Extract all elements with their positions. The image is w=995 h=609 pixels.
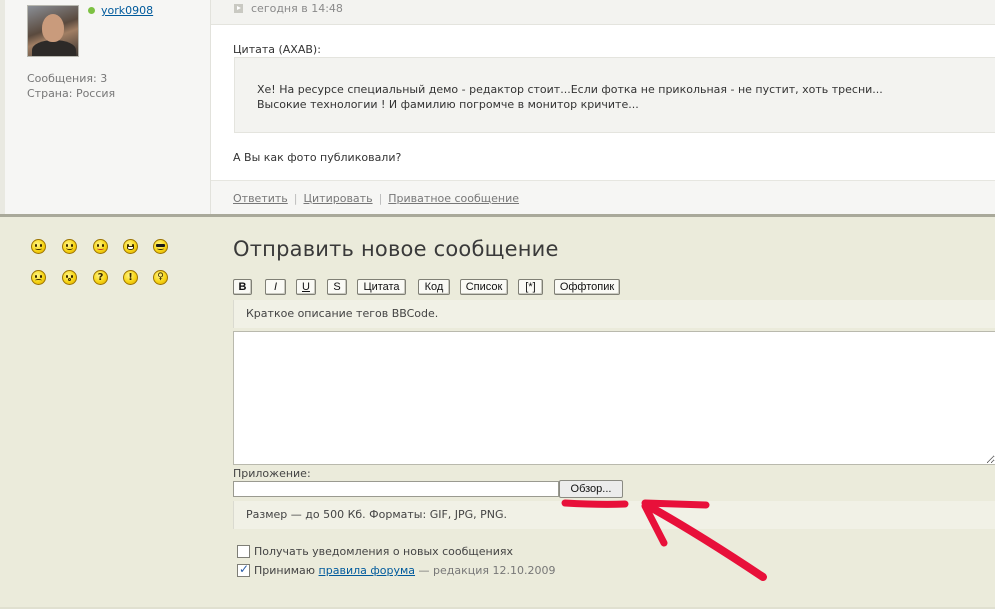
quote-text: Хе! На ресурсе специальный демо - редакт…: [257, 82, 883, 112]
italic-button[interactable]: I: [265, 279, 286, 295]
size-hint: Размер — до 500 Кб. Форматы: GIF, JPG, P…: [246, 508, 508, 521]
smile-icon[interactable]: [31, 239, 46, 254]
author-country: Страна: Россия: [27, 87, 116, 100]
message-textarea[interactable]: [233, 331, 995, 465]
author-meta: Сообщения: 3 Страна: Россия: [27, 71, 115, 101]
quote-link[interactable]: Цитировать: [303, 192, 372, 205]
happy-icon[interactable]: [62, 239, 77, 254]
post-arrow-icon: [234, 4, 243, 13]
author-messages-count: Сообщения: 3: [27, 72, 108, 85]
surprised-icon[interactable]: [62, 270, 77, 285]
bbcode-hint-box: Краткое описание тегов BBCode.: [233, 300, 995, 328]
quote-line: Хе! На ресурсе специальный демо - редакт…: [257, 83, 883, 96]
list-item-button[interactable]: [*]: [518, 279, 543, 295]
tongue-icon[interactable]: [93, 239, 108, 254]
form-title: Отправить новое сообщение: [233, 237, 559, 261]
quote-block: Хе! На ресурсе специальный демо - редакт…: [234, 57, 995, 133]
online-status-icon: [88, 7, 95, 14]
rules-checkbox[interactable]: [237, 562, 250, 577]
avatar-face: [42, 14, 64, 42]
rules-label: Принимаю правила форума — редакция 12.10…: [254, 564, 556, 577]
code-button[interactable]: Код: [418, 279, 450, 295]
author-username-link[interactable]: york0908: [101, 4, 153, 17]
forum-rules-link[interactable]: правила форума: [319, 564, 415, 577]
post-date: сегодня в 14:48: [251, 2, 343, 15]
strike-button[interactable]: S: [327, 279, 347, 295]
attachment-label: Приложение:: [233, 467, 311, 480]
post-actions: Ответить | Цитировать | Приватное сообщение: [233, 192, 519, 205]
notify-label[interactable]: Получать уведомления о новых сообщениях: [254, 545, 513, 558]
quote-line: Высокие технологии ! И фамилию погромче …: [257, 98, 639, 111]
post-author-panel: york0908 Сообщения: 3 Страна: Россия: [5, 0, 211, 214]
idea-icon[interactable]: ♀: [153, 270, 168, 285]
post-header: сегодня в 14:48: [211, 0, 995, 25]
cool-icon[interactable]: [153, 239, 168, 254]
post-footer: Ответить | Цитировать | Приватное сообщение: [211, 180, 995, 214]
bold-button[interactable]: B: [233, 279, 252, 295]
avatar-shirt: [32, 40, 76, 56]
post-message: А Вы как фото публиковали?: [233, 151, 402, 164]
list-button[interactable]: Список: [460, 279, 508, 295]
reply-form: ? ! ♀ Отправить новое сообщение B I U S …: [0, 214, 995, 609]
action-separator: |: [378, 192, 383, 205]
action-separator: |: [293, 192, 298, 205]
underline-button[interactable]: U: [296, 279, 316, 295]
grin-icon[interactable]: [123, 239, 138, 254]
rules-prefix: Принимаю: [254, 564, 319, 577]
quote-label: Цитата (AXAB):: [233, 43, 321, 56]
avatar[interactable]: [27, 5, 79, 57]
quote-button[interactable]: Цитата: [357, 279, 406, 295]
bbcode-help-link[interactable]: Краткое описание тегов BBCode.: [246, 307, 438, 320]
question-icon[interactable]: ?: [93, 270, 108, 285]
forum-post: york0908 Сообщения: 3 Страна: Россия сег…: [0, 0, 995, 214]
private-message-link[interactable]: Приватное сообщение: [388, 192, 519, 205]
sad-icon[interactable]: [31, 270, 46, 285]
notify-checkbox[interactable]: [237, 545, 250, 558]
exclamation-icon[interactable]: !: [123, 270, 138, 285]
rules-edition: — редакция 12.10.2009: [415, 564, 556, 577]
attachment-file-input[interactable]: [233, 481, 559, 497]
browse-button[interactable]: Обзор...: [559, 480, 623, 498]
size-hint-box: Размер — до 500 Кб. Форматы: GIF, JPG, P…: [233, 501, 995, 529]
offtopic-button[interactable]: Оффтопик: [554, 279, 620, 295]
reply-link[interactable]: Ответить: [233, 192, 288, 205]
